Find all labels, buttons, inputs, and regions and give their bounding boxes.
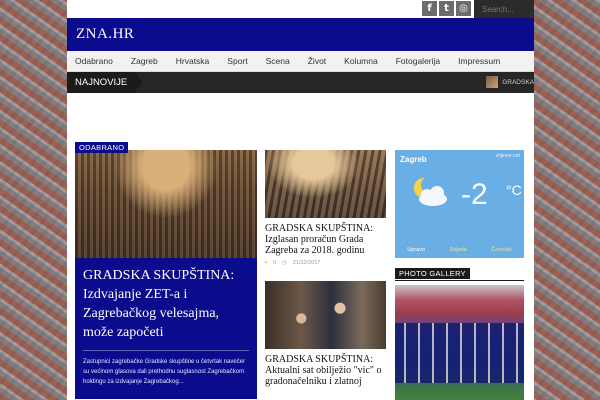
featured-article[interactable]: ODABRANO GRADSKA SKUPŠTINA: Izdvajanje Z… — [75, 142, 257, 399]
nav-item-impressum[interactable]: Impressum — [449, 51, 509, 72]
article-image[interactable] — [265, 150, 386, 218]
nav-item-hrvatska[interactable]: Hrvatska — [167, 51, 219, 72]
featured-badge: ODABRANO — [75, 142, 129, 153]
featured-divider — [83, 350, 249, 351]
weather-temperature: -2 — [461, 178, 488, 211]
article-title[interactable]: GRADSKA SKUPŠTINA: Izglasan proračun Gra… — [265, 223, 386, 256]
facebook-icon[interactable]: f — [422, 1, 437, 16]
featured-title[interactable]: GRADSKA SKUPŠTINA: Izdvajanje ZET-a i Za… — [83, 266, 249, 342]
weather-unit: °C — [506, 182, 522, 198]
page: f t ◎ ZNA.HR Odabrano Zagreb Hrvatska Sp… — [67, 0, 534, 400]
ticker-label: NAJNOVIJE — [67, 72, 143, 93]
featured-body: GRADSKA SKUPŠTINA: Izdvajanje ZET-a i Za… — [75, 258, 257, 399]
ticker-text: GRADSKA — [502, 78, 534, 86]
article-column: GRADSKA SKUPŠTINA: Izglasan proračun Gra… — [265, 150, 386, 387]
ticker-thumbnail — [486, 76, 499, 88]
photo-gallery-image[interactable] — [395, 285, 524, 400]
nav-item-zivot[interactable]: Život — [299, 51, 335, 72]
article-date: 21/12/2017 — [292, 260, 321, 266]
article-title[interactable]: GRADSKA SKUPŠTINA: Aktualni sat obilježi… — [265, 354, 386, 387]
site-logo[interactable]: ZNA.HR — [76, 26, 134, 43]
nav-item-odabrano[interactable]: Odabrano — [67, 51, 122, 72]
main-nav: Odabrano Zagreb Hrvatska Sport Scena Živ… — [67, 51, 534, 72]
social-links: f t ◎ — [422, 1, 471, 16]
nav-item-zagreb[interactable]: Zagreb — [122, 51, 167, 72]
ticker-item[interactable]: GRADSKA — [486, 76, 534, 88]
clock-icon: ◷ — [282, 260, 287, 266]
weather-source[interactable]: vrijeme.net — [496, 153, 520, 159]
comment-icon: ▪ — [265, 260, 267, 266]
twitter-icon[interactable]: t — [439, 1, 454, 16]
weather-city: Zagreb — [400, 155, 427, 164]
brand-bar: ZNA.HR — [67, 18, 534, 51]
weather-day[interactable]: Četvrtak — [491, 247, 511, 253]
article-image[interactable] — [265, 281, 386, 349]
sidebar: Zagreb vrijeme.net -2 °C Upravo Srijeda … — [395, 150, 524, 400]
news-ticker: NAJNOVIJE GRADSKA — [67, 72, 534, 93]
photo-gallery-divider — [395, 280, 524, 281]
nav-item-sport[interactable]: Sport — [218, 51, 256, 72]
featured-image[interactable] — [75, 150, 257, 258]
content-area: ODABRANO GRADSKA SKUPŠTINA: Izdvajanje Z… — [67, 93, 534, 400]
comment-count: 0 — [272, 260, 277, 266]
article-meta: ▪ 0 ◷ 21/12/2017 — [265, 260, 386, 266]
instagram-icon[interactable]: ◎ — [456, 1, 471, 16]
featured-excerpt: Zastupnici zagrebačke Gradske skupštine … — [83, 359, 246, 385]
nav-item-fotogalerija[interactable]: Fotogalerija — [387, 51, 449, 72]
nav-item-scena[interactable]: Scena — [257, 51, 299, 72]
nav-item-kolumna[interactable]: Kolumna — [335, 51, 387, 72]
weather-days: Upravo Srijeda Četvrtak — [395, 247, 524, 253]
weather-day[interactable]: Srijeda — [450, 247, 467, 253]
photo-gallery-label: PHOTO GALLERY — [395, 268, 470, 279]
top-bar: f t ◎ — [67, 0, 534, 18]
weather-day[interactable]: Upravo — [407, 247, 425, 253]
moon-cloud-icon — [413, 177, 447, 206]
weather-widget: Zagreb vrijeme.net -2 °C Upravo Srijeda … — [395, 150, 524, 258]
search-input[interactable] — [474, 0, 534, 18]
